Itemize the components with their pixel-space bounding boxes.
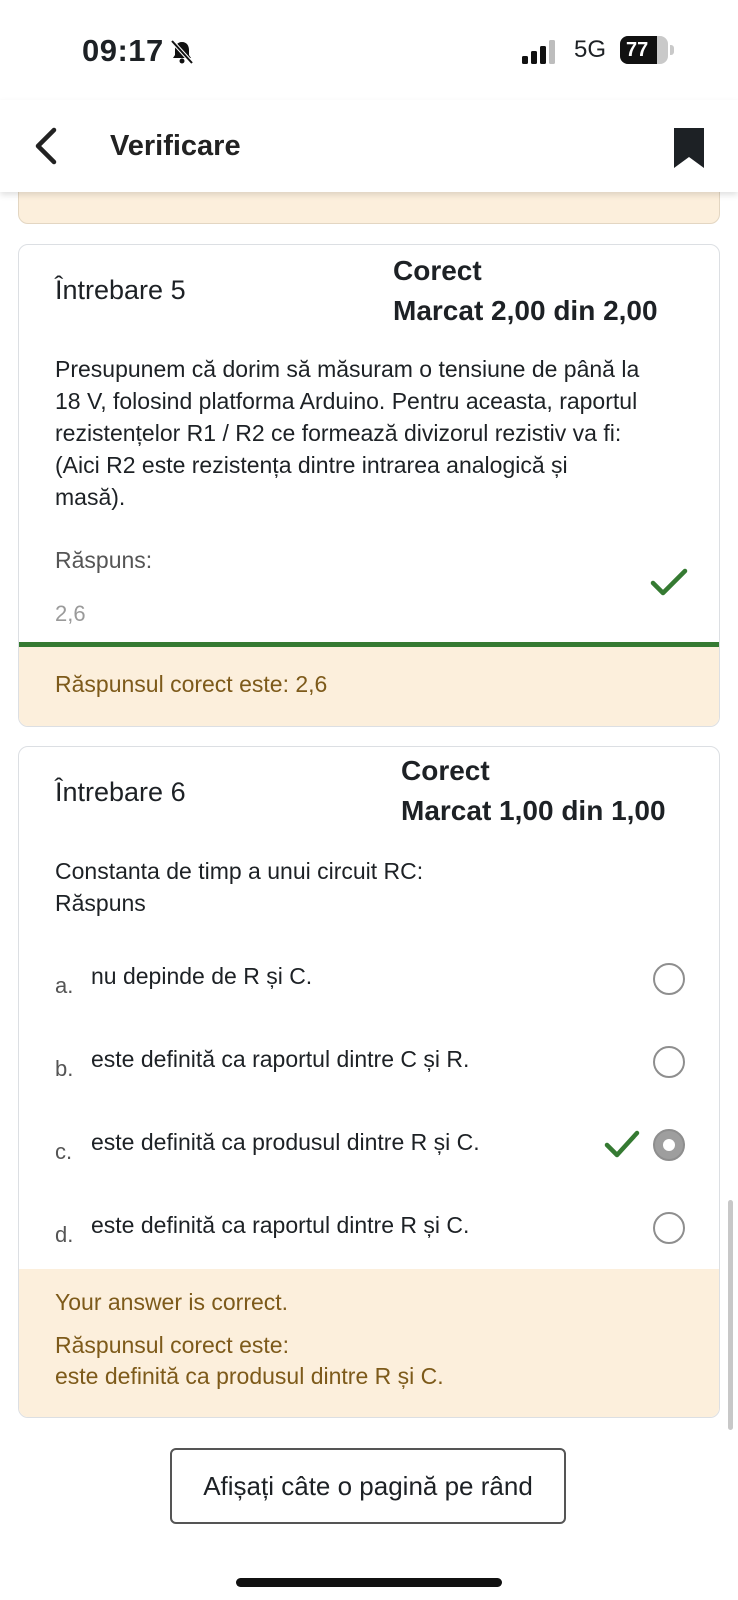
answer-option-c[interactable]: c. este definită ca produsul dintre R și… [19, 1121, 719, 1191]
battery-level: 77 [626, 39, 649, 61]
radio-button[interactable] [653, 1212, 685, 1244]
answer-label: Răspuns: [55, 547, 153, 573]
option-text: este definită ca produsul dintre R și C. [91, 1129, 480, 1155]
answer-input[interactable]: 2,6 [55, 601, 86, 627]
home-indicator[interactable] [236, 1578, 502, 1587]
question-feedback: Your answer is correct. Răspunsul corect… [19, 1269, 719, 1417]
network-type: 5G [574, 36, 607, 63]
question-5-card: Întrebare 5 Corect Marcat 2,00 din 2,00 … [18, 244, 720, 727]
question-text-line: rezistențelor R1 / R2 ce formează divizo… [55, 420, 622, 446]
question-text: Presupunem că dorim să măsuram o tensiun… [55, 353, 695, 513]
answer-label: Răspuns [55, 890, 146, 916]
option-letter: d. [55, 1222, 74, 1247]
option-text: nu depinde de R și C. [91, 963, 313, 989]
answer-option-a[interactable]: a. nu depinde de R și C. [19, 955, 719, 1025]
feedback-status: Your answer is correct. [55, 1289, 289, 1315]
battery-icon: 77 [620, 36, 674, 64]
radio-button[interactable] [653, 1046, 685, 1078]
option-letter: b. [55, 1056, 74, 1081]
answer-option-b[interactable]: b. este definită ca raportul dintre C și… [19, 1038, 719, 1108]
correct-answer-text: este definită ca produsul dintre R și C. [55, 1363, 444, 1389]
question-6-card: Întrebare 6 Corect Marcat 1,00 din 1,00 … [18, 746, 720, 1418]
question-state: Corect [401, 755, 490, 786]
question-text-line: Constanta de timp a unui circuit RC: [55, 858, 424, 884]
answer-option-d[interactable]: d. este definită ca raportul dintre R și… [19, 1204, 719, 1274]
option-text: este definită ca raportul dintre R și C. [91, 1212, 470, 1238]
question-number: Întrebare 6 [55, 777, 186, 807]
question-text-line: masă). [55, 484, 126, 510]
correct-answer-label: Răspunsul corect este: [55, 1332, 289, 1358]
question-text-line: 18 V, folosind platforma Arduino. Pentru… [55, 388, 638, 414]
chevron-left-icon[interactable] [28, 124, 68, 168]
status-bar: 09:17 5G 77 [0, 0, 738, 100]
radio-button[interactable] [653, 963, 685, 995]
app-header: Verificare [0, 100, 738, 192]
signal-icon [522, 40, 555, 64]
question-mark: Marcat 1,00 din 1,00 [401, 795, 666, 826]
show-one-page-button[interactable]: Afișați câte o pagină pe rând [170, 1448, 566, 1524]
bell-slash-icon [170, 39, 194, 65]
correct-answer-text: Răspunsul corect este: 2,6 [55, 671, 328, 697]
question-text-line: (Aici R2 este rezistența dintre intrarea… [55, 452, 568, 478]
correct-check-icon [604, 1130, 640, 1158]
option-letter: c. [55, 1139, 73, 1164]
scrollbar[interactable] [728, 1200, 733, 1430]
correct-check-icon [650, 568, 688, 596]
question-text: Constanta de timp a unui circuit RC: Răs… [55, 855, 695, 919]
question-number: Întrebare 5 [55, 275, 186, 305]
option-text: este definită ca raportul dintre C și R. [91, 1046, 470, 1072]
option-letter: a. [55, 973, 74, 998]
question-feedback: Răspunsul corect este: 2,6 [19, 647, 719, 726]
question-mark: Marcat 2,00 din 2,00 [393, 295, 658, 326]
page-title: Verificare [110, 130, 241, 162]
question-text-line: Presupunem că dorim să măsuram o tensiun… [55, 356, 640, 382]
radio-button-selected[interactable] [653, 1129, 685, 1161]
bookmark-icon[interactable] [672, 126, 706, 170]
status-time: 09:17 [82, 33, 164, 68]
question-state: Corect [393, 255, 482, 286]
